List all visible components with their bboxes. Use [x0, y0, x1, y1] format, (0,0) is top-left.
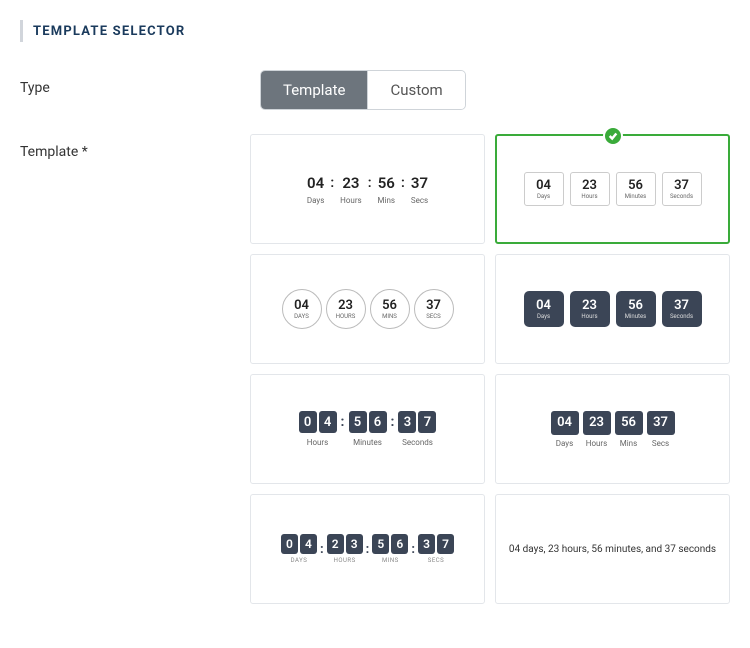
hours-value: 23: [582, 298, 597, 313]
secs-value: 37: [674, 178, 689, 193]
colon: :: [368, 174, 372, 191]
secs-value: 37: [647, 411, 675, 435]
countdown-circles-row: 04 DAYS 23 HOURS 56 MINS 37 SECS: [282, 289, 454, 329]
template-option-5[interactable]: 0 4 : 5 6 : 3 7: [250, 374, 485, 484]
days-label: Days: [537, 313, 550, 320]
days-label: DAYS: [291, 557, 308, 564]
type-toggle-custom[interactable]: Custom: [368, 71, 464, 109]
mins-label: MINS: [382, 557, 399, 564]
type-toggle-group: Template Custom: [260, 70, 466, 110]
mins-label: Minutes: [625, 193, 647, 200]
days-value: 04: [536, 298, 551, 313]
hours-value: 23: [338, 298, 353, 313]
digit: 0: [281, 534, 298, 554]
hours-label: Hours: [299, 438, 337, 447]
mins-value: 56: [628, 178, 643, 193]
digit: 4: [300, 534, 317, 554]
template-label: Template *: [20, 134, 250, 160]
digit: 5: [372, 534, 389, 554]
digit: 4: [319, 411, 337, 433]
colon: :: [391, 414, 395, 430]
mins-label: Minutes: [625, 313, 647, 320]
template-option-6[interactable]: 04 Days 23 Hours 56 Mins 37 Secs: [495, 374, 730, 484]
secs-value: 37: [426, 298, 441, 313]
secs-label: Secs: [652, 439, 669, 448]
mins-label: Mins: [378, 196, 395, 205]
template-option-8[interactable]: 04 days, 23 hours, 56 minutes, and 37 se…: [495, 494, 730, 604]
colon: :: [330, 174, 334, 191]
mins-value: 56: [628, 298, 643, 313]
hours-label: Hours: [581, 313, 597, 320]
countdown-text-row: 04 Days : 23 Hours : 56 Mins : 3: [307, 174, 428, 205]
secs-label: Seconds: [670, 313, 693, 320]
countdown-blocks-row: 04 Days 23 Hours 56 Mins 37 Secs: [551, 411, 675, 448]
mins-label: MINS: [382, 313, 397, 320]
secs-value: 37: [674, 298, 689, 313]
mins-value: 56: [382, 298, 397, 313]
digit: 3: [346, 534, 363, 554]
secs-label: SECS: [426, 313, 440, 320]
days-label: Days: [556, 439, 573, 448]
digit: 6: [391, 534, 408, 554]
mins-value: 56: [378, 174, 395, 192]
digit: 3: [418, 534, 435, 554]
hours-label: Hours: [340, 196, 362, 205]
digit: 3: [398, 411, 416, 433]
secs-label: Seconds: [670, 193, 693, 200]
type-label: Type: [20, 70, 260, 96]
countdown-digits3-wrap: 0 4 : 5 6 : 3 7: [299, 411, 437, 447]
mins-label: Mins: [620, 439, 637, 448]
digit: 0: [299, 411, 317, 433]
selected-check-icon: [603, 126, 623, 146]
section-header-bar: [20, 20, 23, 42]
hours-value: 23: [583, 411, 611, 435]
hours-value: 23: [342, 174, 359, 192]
days-label: Days: [307, 196, 324, 205]
mins-value: 56: [615, 411, 643, 435]
template-option-1[interactable]: 04 Days : 23 Hours : 56 Mins : 3: [250, 134, 485, 244]
hours-label: HOURS: [336, 313, 356, 320]
days-label: DAYS: [294, 313, 309, 320]
hours-value: 23: [582, 178, 597, 193]
countdown-digits4-row: 0 4 DAYS : 2 3 HOURS :: [281, 534, 454, 564]
template-option-3[interactable]: 04 DAYS 23 HOURS 56 MINS 37 SECS: [250, 254, 485, 364]
countdown-outlined-row: 04 Days 23 Hours 56 Minutes 37 Seconds: [524, 172, 702, 206]
minutes-label: Minutes: [349, 438, 387, 447]
section-title: TEMPLATE SELECTOR: [33, 24, 185, 39]
colon: :: [401, 174, 405, 191]
days-label: Days: [537, 193, 550, 200]
hours-label: Hours: [581, 193, 597, 200]
days-value: 04: [536, 178, 551, 193]
days-value: 04: [294, 298, 309, 313]
template-grid: 04 Days : 23 Hours : 56 Mins : 3: [250, 134, 730, 604]
countdown-sentence: 04 days, 23 hours, 56 minutes, and 37 se…: [497, 544, 728, 555]
colon: :: [366, 542, 370, 557]
secs-label: SECS: [428, 557, 444, 564]
digit: 2: [327, 534, 344, 554]
digit: 6: [369, 411, 387, 433]
digit: 5: [349, 411, 367, 433]
hours-label: Hours: [586, 439, 608, 448]
colon: :: [320, 542, 324, 557]
digit: 7: [418, 411, 436, 433]
colon: :: [341, 414, 345, 430]
days-value: 04: [307, 174, 324, 192]
secs-label: Secs: [411, 196, 428, 205]
hours-label: HOURS: [334, 557, 356, 564]
seconds-label: Seconds: [399, 438, 437, 447]
template-option-2[interactable]: 04 Days 23 Hours 56 Minutes 37 Seconds: [495, 134, 730, 244]
digit: 7: [437, 534, 454, 554]
type-toggle-template[interactable]: Template: [261, 71, 368, 109]
secs-value: 37: [411, 174, 428, 192]
template-option-7[interactable]: 0 4 DAYS : 2 3 HOURS :: [250, 494, 485, 604]
countdown-dark-row: 04 Days 23 Hours 56 Minutes 37 Seconds: [524, 291, 702, 327]
days-value: 04: [551, 411, 579, 435]
colon: :: [411, 542, 415, 557]
template-option-4[interactable]: 04 Days 23 Hours 56 Minutes 37 Seconds: [495, 254, 730, 364]
